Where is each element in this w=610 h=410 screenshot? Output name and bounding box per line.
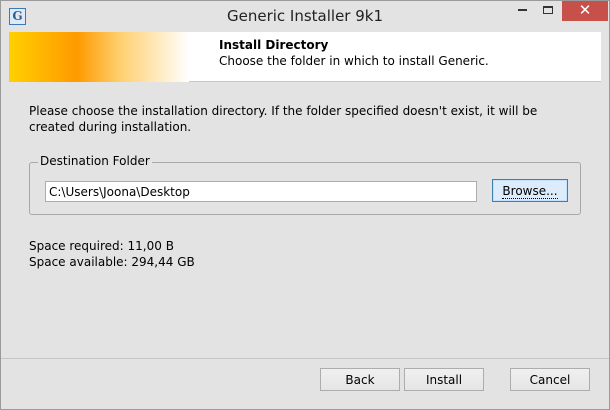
app-icon: G xyxy=(9,8,26,25)
title-bar[interactable]: G Generic Installer 9k1 ✕ xyxy=(1,1,609,32)
minimize-button[interactable] xyxy=(509,1,535,21)
page-title: Install Directory xyxy=(219,38,329,52)
description-text: Please choose the installation directory… xyxy=(29,104,538,134)
destination-folder-group: Destination Folder Browse... xyxy=(29,154,581,215)
browse-button-label: Browse... xyxy=(502,183,558,199)
back-button[interactable]: Back xyxy=(320,368,400,391)
browse-button[interactable]: Browse... xyxy=(492,179,568,202)
maximize-button[interactable] xyxy=(535,1,561,21)
minimize-icon xyxy=(517,8,527,11)
install-button[interactable]: Install xyxy=(404,368,484,391)
destination-path-input[interactable] xyxy=(45,181,477,202)
main-content: Please choose the installation directory… xyxy=(9,83,601,358)
close-icon: ✕ xyxy=(578,1,592,19)
page-subtitle: Choose the folder in which to install Ge… xyxy=(219,54,489,68)
maximize-icon xyxy=(543,5,553,14)
destination-folder-label: Destination Folder xyxy=(38,154,152,168)
space-required-text: Space required: 11,00 B xyxy=(29,239,174,253)
close-button[interactable]: ✕ xyxy=(562,1,608,21)
space-available-text: Space available: 294,44 GB xyxy=(29,255,195,269)
banner-image xyxy=(9,32,189,82)
header-banner: Install Directory Choose the folder in w… xyxy=(9,32,601,82)
installer-window: G Generic Installer 9k1 ✕ Install Direct… xyxy=(0,0,610,410)
space-info: Space required: 11,00 B Space available:… xyxy=(29,238,195,270)
footer-bar: Back Install Cancel xyxy=(1,358,609,409)
cancel-button[interactable]: Cancel xyxy=(510,368,590,391)
